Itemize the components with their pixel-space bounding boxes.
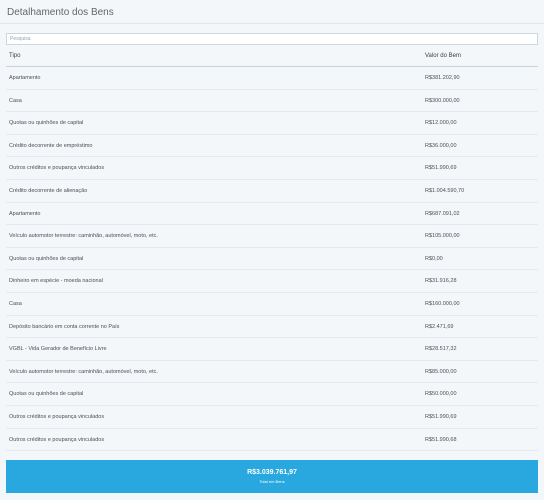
table-row: Casa R$160.000,00 bbox=[6, 293, 538, 316]
cell-valor: R$51.990,69 bbox=[425, 165, 457, 172]
table-header: Tipo Valor do Bem bbox=[6, 46, 538, 67]
cell-tipo: Apartamento bbox=[9, 75, 41, 81]
table-row: Crédito decorrente de empréstimo R$36.000… bbox=[6, 135, 538, 158]
cell-tipo: Casa bbox=[9, 300, 22, 307]
cell-tipo: Crédito decorrente de empréstimo bbox=[9, 142, 93, 149]
cell-valor: R$2.471,69 bbox=[425, 323, 454, 330]
table-row: Quotas ou quinhões de capital R$12.000,00 bbox=[6, 112, 538, 135]
table-row: Outros créditos e poupança vinculados R$5… bbox=[6, 157, 538, 180]
cell-tipo: Veículo automotor terrestre: caminhão, a… bbox=[9, 233, 158, 240]
cell-valor: R$50.000,00 bbox=[425, 391, 457, 398]
cell-tipo: Quotas ou quinhões de capital bbox=[9, 255, 84, 262]
cell-valor: R$1.004.590,70 bbox=[425, 187, 465, 194]
table-body: Apartamento R$381.202,90 Casa R$300.000,00 Q… bbox=[6, 67, 538, 452]
cell-valor: R$51.990,69 bbox=[425, 413, 457, 420]
cell-tipo: Crédito decorrente de alienação bbox=[9, 187, 88, 194]
table-row: Crédito decorrente de alienação R$1.004.5… bbox=[6, 180, 538, 203]
cell-tipo: Casa bbox=[9, 97, 22, 104]
table-row: Casa R$300.000,00 bbox=[6, 90, 538, 113]
cell-valor: R$85.000,00 bbox=[425, 368, 457, 375]
table-row: Quotas ou quinhões de capital R$0,00 bbox=[6, 248, 538, 271]
cell-valor: R$160.000,00 bbox=[425, 300, 460, 307]
cell-valor: R$28.517,32 bbox=[425, 346, 457, 353]
table-row: Apartamento R$687.091,02 bbox=[6, 203, 538, 226]
cell-valor: R$36.000,00 bbox=[425, 142, 457, 149]
column-header-valor: Valor do Bem bbox=[425, 53, 461, 59]
table-row: Outros créditos e poupança vinculados R$5… bbox=[6, 429, 538, 452]
cell-tipo: Quotas ou quinhões de capital bbox=[9, 391, 84, 398]
cell-valor: R$105.000,00 bbox=[425, 233, 460, 240]
table-row: Outros créditos e poupança vinculados R$5… bbox=[6, 406, 538, 429]
column-header-tipo: Tipo bbox=[9, 53, 21, 59]
total-label: Total em Bens bbox=[259, 479, 285, 484]
cell-valor: R$687.091,02 bbox=[425, 210, 460, 217]
cell-tipo: Quotas ou quinhões de capital bbox=[9, 120, 84, 127]
cell-valor: R$31.916,28 bbox=[425, 278, 457, 285]
table-row: Apartamento R$381.202,90 bbox=[6, 67, 538, 90]
search-input[interactable] bbox=[6, 33, 538, 45]
cell-tipo: Veículo automotor terrestre: caminhão, a… bbox=[9, 368, 158, 375]
cell-tipo: Dinheiro em espécie - moeda nacional bbox=[9, 278, 103, 285]
cell-valor: R$0,00 bbox=[425, 255, 443, 262]
cell-valor: R$300.000,00 bbox=[425, 97, 460, 104]
cell-tipo: Depósito bancário em conta corrente no P… bbox=[9, 323, 120, 330]
cell-tipo: Apartamento bbox=[9, 210, 41, 217]
table-row: Quotas ou quinhões de capital R$50.000,00 bbox=[6, 383, 538, 406]
total-value: R$3.039.761,97 bbox=[247, 469, 297, 476]
cell-valor: R$12.000,00 bbox=[425, 120, 457, 127]
cell-tipo: VGBL - Vida Gerador de Benefício Livre bbox=[9, 346, 107, 353]
table-row: Depósito bancário em conta corrente no P… bbox=[6, 316, 538, 339]
cell-valor: R$381.202,90 bbox=[425, 75, 460, 81]
cell-tipo: Outros créditos e poupança vinculados bbox=[9, 436, 105, 443]
table-row: Dinheiro em espécie - moeda nacional R$31… bbox=[6, 270, 538, 293]
cell-valor: R$51.990,68 bbox=[425, 436, 457, 443]
cell-tipo: Outros créditos e poupança vinculados bbox=[9, 165, 105, 172]
title-divider bbox=[0, 23, 544, 24]
total-summary: R$3.039.761,97 Total em Bens bbox=[6, 460, 538, 493]
page-title: Detalhamento dos Bens bbox=[7, 7, 114, 18]
table-row: Veículo automotor terrestre: caminhão, a… bbox=[6, 225, 538, 248]
table-row: Veículo automotor terrestre: caminhão, a… bbox=[6, 361, 538, 384]
cell-tipo: Outros créditos e poupança vinculados bbox=[9, 413, 105, 420]
table-row: VGBL - Vida Gerador de Benefício Livre R$… bbox=[6, 338, 538, 361]
